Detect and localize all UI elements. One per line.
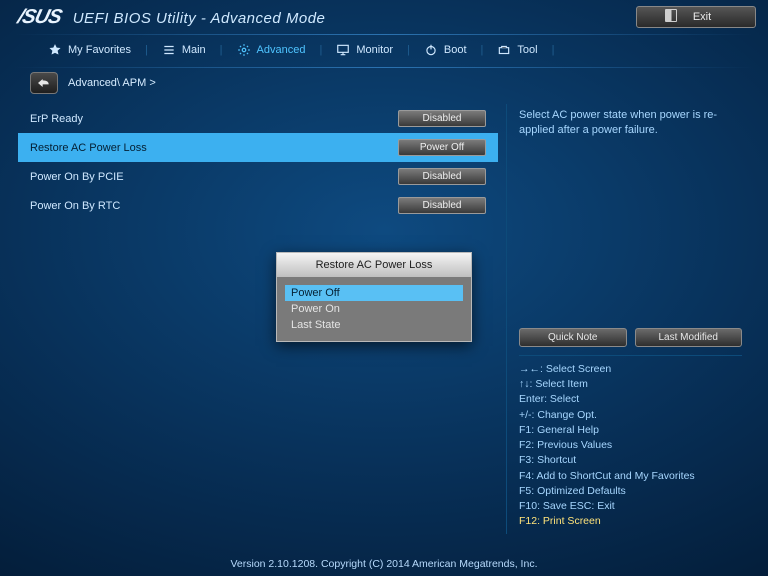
help-text: Select AC power state when power is re-a…: [519, 108, 742, 322]
popup-option-power-on[interactable]: Power On: [285, 301, 463, 317]
setting-value-button[interactable]: Disabled: [398, 197, 486, 214]
header: /SUS UEFI BIOS Utility - Advanced Mode E…: [0, 0, 768, 34]
menu-monitor[interactable]: Monitor: [326, 43, 403, 57]
breadcrumb: Advanced\ APM >: [68, 77, 156, 89]
page-title: UEFI BIOS Utility - Advanced Mode: [73, 10, 326, 27]
tool-icon: [497, 43, 511, 57]
popup-option-last-state[interactable]: Last State: [285, 317, 463, 333]
side-buttons: Quick Note Last Modified: [519, 328, 742, 347]
menu-main[interactable]: Main: [152, 43, 216, 57]
settings-pane: ErP Ready Disabled Restore AC Power Loss…: [18, 104, 498, 534]
menu-tool[interactable]: Tool: [487, 43, 547, 57]
quick-note-button[interactable]: Quick Note: [519, 328, 627, 347]
brand-block: /SUS UEFI BIOS Utility - Advanced Mode: [18, 6, 325, 29]
setting-power-on-pcie[interactable]: Power On By PCIE Disabled: [18, 162, 498, 191]
workspace: ErP Ready Disabled Restore AC Power Loss…: [0, 104, 768, 534]
menu-advanced[interactable]: Advanced: [227, 43, 316, 57]
key-help: →←: Select Screen ↑↓: Select Item Enter:…: [519, 355, 742, 529]
last-modified-button[interactable]: Last Modified: [635, 328, 743, 347]
setting-value-button[interactable]: Disabled: [398, 168, 486, 185]
key-line: F5: Optimized Defaults: [519, 484, 742, 499]
menu-label: My Favorites: [68, 44, 131, 56]
popup-option-power-off[interactable]: Power Off: [285, 285, 463, 301]
help-pane: Select AC power state when power is re-a…: [506, 104, 750, 534]
power-icon: [424, 43, 438, 57]
setting-label: Power On By RTC: [30, 200, 398, 212]
asus-logo: /SUS: [15, 6, 63, 29]
setting-value-button[interactable]: Power Off: [398, 139, 486, 156]
popup-body: Power Off Power On Last State: [277, 277, 471, 341]
star-icon: [48, 43, 62, 57]
menu-boot[interactable]: Boot: [414, 43, 477, 57]
key-line: F1: General Help: [519, 423, 742, 438]
key-line: F12: Print Screen: [519, 514, 742, 529]
menu-label: Main: [182, 44, 206, 56]
menu-label: Boot: [444, 44, 467, 56]
exit-icon: [665, 9, 683, 25]
setting-label: Power On By PCIE: [30, 171, 398, 183]
key-line: →←: Select Screen: [519, 362, 742, 377]
key-line: F3: Shortcut: [519, 453, 742, 468]
menu-label: Tool: [517, 44, 537, 56]
exit-button[interactable]: Exit: [636, 6, 756, 28]
back-button[interactable]: [30, 72, 58, 94]
key-line: Enter: Select: [519, 392, 742, 407]
key-line: ↑↓: Select Item: [519, 377, 742, 392]
footer: Version 2.10.1208. Copyright (C) 2014 Am…: [0, 558, 768, 570]
menu-my-favorites[interactable]: My Favorites: [38, 43, 141, 57]
setting-erp-ready[interactable]: ErP Ready Disabled: [18, 104, 498, 133]
setting-label: Restore AC Power Loss: [30, 142, 398, 154]
setting-label: ErP Ready: [30, 113, 398, 125]
breadcrumb-row: Advanced\ APM >: [0, 68, 768, 104]
gear-icon: [237, 43, 251, 57]
menu-label: Monitor: [356, 44, 393, 56]
key-line: +/-: Change Opt.: [519, 408, 742, 423]
exit-label: Exit: [693, 11, 711, 23]
dropdown-popup: Restore AC Power Loss Power Off Power On…: [276, 252, 472, 342]
popup-title: Restore AC Power Loss: [277, 253, 471, 277]
setting-restore-ac-power-loss[interactable]: Restore AC Power Loss Power Off: [18, 133, 498, 162]
menu-label: Advanced: [257, 44, 306, 56]
key-line: F10: Save ESC: Exit: [519, 499, 742, 514]
menubar: My Favorites | Main | Advanced | Monitor…: [0, 35, 768, 67]
key-line: F2: Previous Values: [519, 438, 742, 453]
list-icon: [162, 43, 176, 57]
monitor-icon: [336, 43, 350, 57]
key-line: F4: Add to ShortCut and My Favorites: [519, 469, 742, 484]
setting-value-button[interactable]: Disabled: [398, 110, 486, 127]
back-arrow-icon: [36, 77, 52, 89]
setting-power-on-rtc[interactable]: Power On By RTC Disabled: [18, 191, 498, 220]
